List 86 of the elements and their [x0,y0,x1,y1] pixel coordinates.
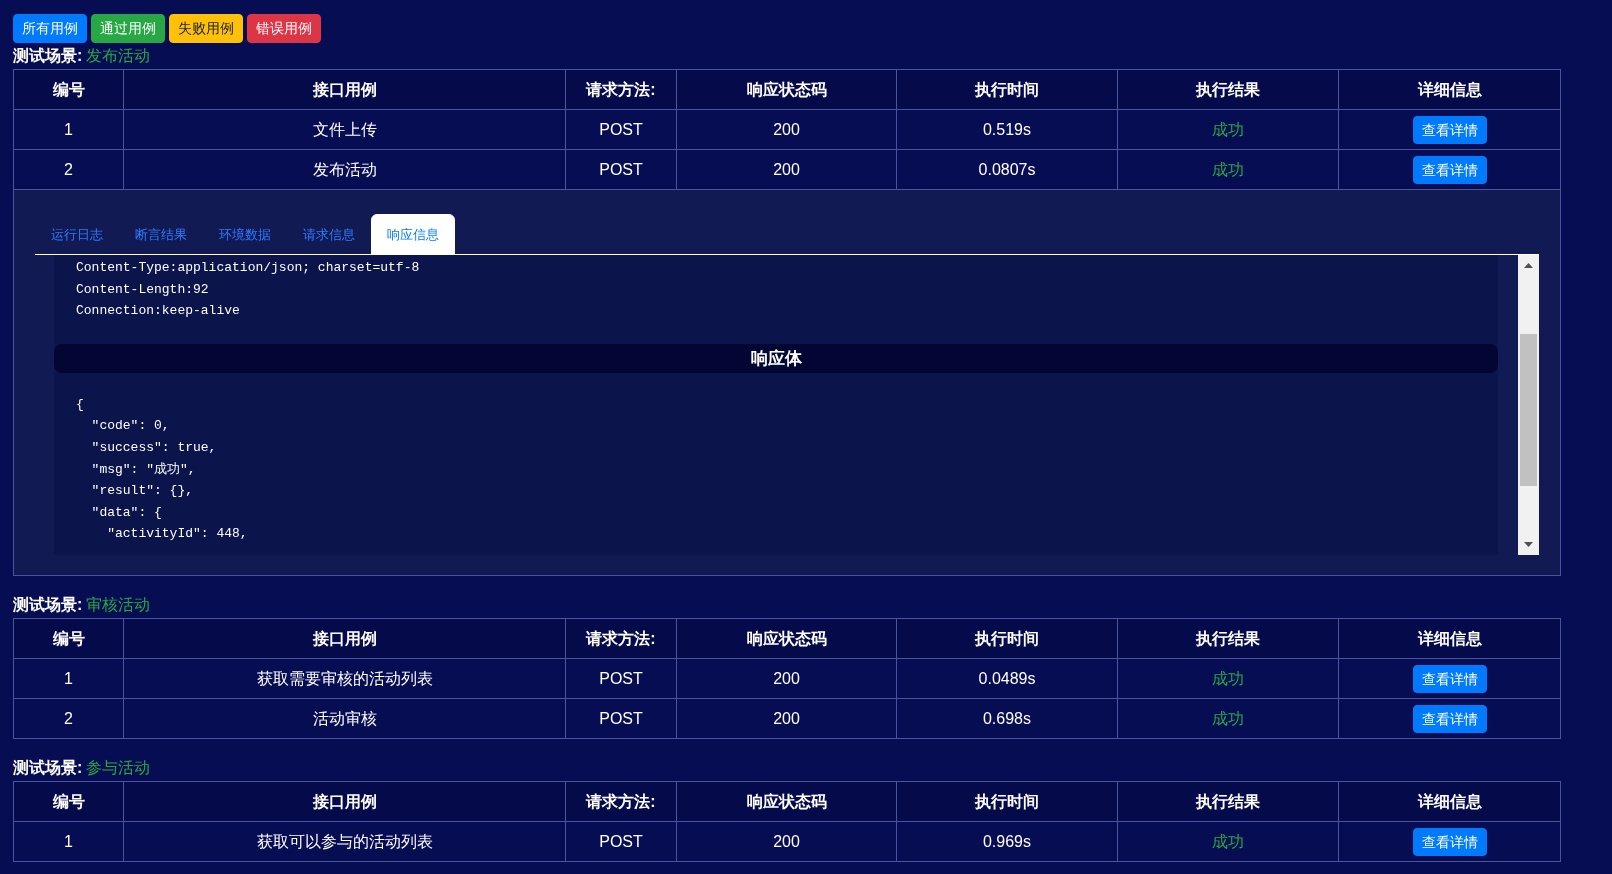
table-cell: POST [565,698,677,739]
column-header: 执行结果 [1117,69,1339,110]
table-cell: POST [565,149,677,190]
code-line: "msg": "成功", [90,460,197,479]
scrollbar[interactable] [1518,255,1539,555]
table-cell: 获取需要审核的活动列表 [123,658,566,699]
column-header: 执行结果 [1117,781,1339,822]
table-cell: 200 [676,149,897,190]
filter-button[interactable]: 通过用例 [91,14,165,43]
column-header: 详细信息 [1338,69,1561,110]
scene-label: 测试场景: [13,759,83,776]
header-line: Connection:keep-alive [76,302,241,321]
scene-name: 发布活动 [86,47,151,64]
table-cell: 成功 [1117,821,1339,862]
view-details-button[interactable]: 查看详情 [1412,155,1487,184]
column-header: 响应状态码 [676,618,897,659]
view-details-button[interactable]: 查看详情 [1412,115,1487,144]
table-cell: 1 [13,109,124,150]
filter-button[interactable]: 所有用例 [13,14,87,43]
filter-button[interactable]: 错误用例 [247,14,321,43]
table-cell: 0.969s [896,821,1118,862]
up-arrow-icon[interactable] [1524,263,1533,268]
tab[interactable]: 响应信息 [371,214,455,255]
table-cell: POST [565,821,677,862]
column-header: 编号 [13,781,124,822]
scene-name: 参与活动 [86,759,151,776]
table-cell: 成功 [1117,698,1339,739]
column-header: 编号 [13,618,124,659]
table-cell: 0.698s [896,698,1118,739]
view-details-button[interactable]: 查看详情 [1412,704,1487,733]
table-cell: 2 [13,698,124,739]
table-cell: 0.519s [896,109,1118,150]
filter-button[interactable]: 失败用例 [169,14,243,43]
view-details-button[interactable]: 查看详情 [1412,664,1487,693]
tab[interactable]: 运行日志 [35,214,119,255]
column-header: 接口用例 [123,781,566,822]
table-cell: 200 [676,821,897,862]
code-line: "result": {}, [90,482,195,501]
table-cell: POST [565,658,677,699]
table-cell: 1 [13,821,124,862]
table-cell: POST [565,109,677,150]
table-cell: 2 [13,149,124,190]
tab[interactable]: 请求信息 [287,214,371,255]
scrollbar-thumb[interactable] [1520,334,1537,486]
table-cell: 获取可以参与的活动列表 [123,821,566,862]
code-line: "code": 0, [90,417,171,436]
code-line: "success": true, [90,438,218,457]
tab[interactable]: 断言结果 [119,214,203,255]
column-header: 响应状态码 [676,69,897,110]
table-cell: 成功 [1117,149,1339,190]
table-cell: 200 [676,109,897,150]
column-header: 接口用例 [123,69,566,110]
table-cell: 1 [13,658,124,699]
column-header: 详细信息 [1338,618,1561,659]
column-header: 详细信息 [1338,781,1561,822]
column-header: 响应状态码 [676,781,897,822]
code-line: { [76,395,85,414]
column-header: 执行结果 [1117,618,1339,659]
header-line: Content-Length:92 [76,280,210,299]
table-cell: 发布活动 [123,149,566,190]
column-header: 执行时间 [896,618,1118,659]
scene-name: 审核活动 [86,596,151,613]
column-header: 请求方法: [565,69,677,110]
table-cell: 200 [676,698,897,739]
code-line: "data": { [90,503,163,522]
tab[interactable]: 环境数据 [203,214,287,255]
down-arrow-icon[interactable] [1524,542,1533,547]
table-cell: 0.0807s [896,149,1118,190]
table-cell: 成功 [1117,109,1339,150]
column-header: 接口用例 [123,618,566,659]
column-header: 请求方法: [565,781,677,822]
table-cell: 文件上传 [123,109,566,150]
table-cell: 200 [676,658,897,699]
section-header: 响应体 [54,343,1498,373]
column-header: 执行时间 [896,781,1118,822]
scene-label: 测试场景: [13,596,83,613]
table-cell: 0.0489s [896,658,1118,699]
table-cell: 成功 [1117,658,1339,699]
view-details-button[interactable]: 查看详情 [1412,827,1487,856]
header-line: Content-Type:application/json; charset=utf-8 [76,259,421,277]
column-header: 请求方法: [565,618,677,659]
table-cell: 活动审核 [123,698,566,739]
code-line: "activityId": 448, [106,525,249,544]
column-header: 编号 [13,69,124,110]
column-header: 执行时间 [896,69,1118,110]
scene-label: 测试场景: [13,47,83,64]
